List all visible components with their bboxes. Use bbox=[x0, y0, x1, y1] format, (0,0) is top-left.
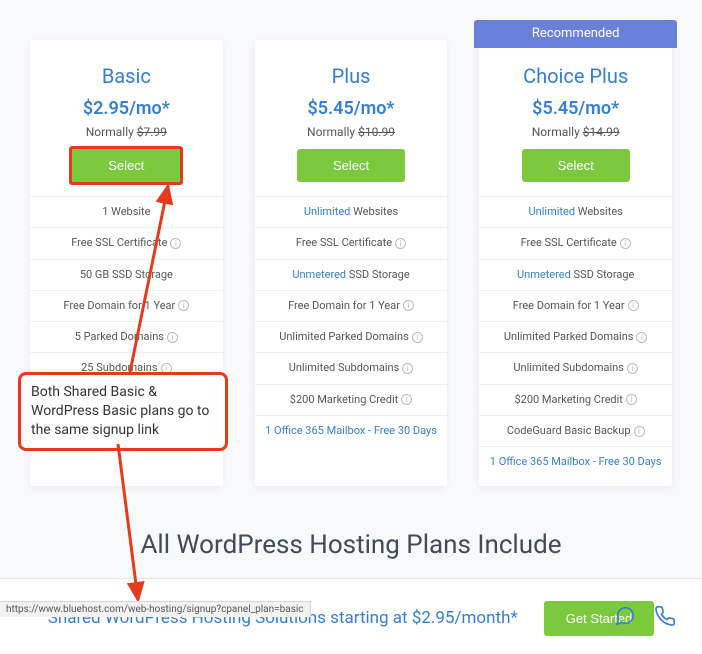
plan-card-plus: Plus $5.45/mo* Normally $10.99 Select Un… bbox=[255, 40, 448, 486]
info-icon[interactable]: i bbox=[634, 426, 645, 437]
feature-item: Unlimited Parked Domainsi bbox=[255, 321, 448, 352]
info-icon[interactable]: i bbox=[170, 238, 181, 249]
plan-title: Basic bbox=[30, 40, 223, 98]
info-icon[interactable]: i bbox=[628, 300, 639, 311]
feature-item: 5 Parked Domainsi bbox=[30, 321, 223, 352]
plan-title: Choice Plus bbox=[479, 40, 672, 98]
plan-normally: Normally $14.99 bbox=[479, 125, 672, 149]
feature-item: 1 Office 365 Mailbox - Free 30 Days bbox=[479, 446, 672, 477]
info-icon[interactable]: i bbox=[403, 300, 414, 311]
feature-item: Unlimited Subdomainsi bbox=[255, 352, 448, 383]
feature-item: Unlimited Parked Domainsi bbox=[479, 321, 672, 352]
feature-item: Free Domain for 1 Yeari bbox=[479, 290, 672, 321]
info-icon[interactable]: i bbox=[620, 238, 631, 249]
feature-item: Unlimited Websites bbox=[479, 196, 672, 227]
section-heading: All WordPress Hosting Plans Include bbox=[0, 506, 702, 578]
plan-price: $5.45/mo* bbox=[479, 98, 672, 125]
select-button-plus[interactable]: Select bbox=[297, 149, 405, 182]
plan-normally: Normally $7.99 bbox=[30, 125, 223, 149]
phone-icon[interactable] bbox=[654, 605, 676, 627]
feature-item: Unlimited Subdomainsi bbox=[479, 352, 672, 383]
plan-title: Plus bbox=[255, 40, 448, 98]
chat-icon[interactable] bbox=[614, 605, 636, 627]
plan-normally: Normally $10.99 bbox=[255, 125, 448, 149]
footer-icons bbox=[614, 605, 676, 627]
plan-price: $2.95/mo* bbox=[30, 98, 223, 125]
feature-item: 1 Website bbox=[30, 196, 223, 227]
select-button-basic[interactable]: Select bbox=[72, 149, 180, 182]
info-icon[interactable]: i bbox=[412, 332, 423, 343]
feature-item: Free SSL Certificatei bbox=[30, 227, 223, 258]
feature-list-plus: Unlimited WebsitesFree SSL CertificateiU… bbox=[255, 196, 448, 446]
feature-item: Free Domain for 1 Yeari bbox=[255, 290, 448, 321]
info-icon[interactable]: i bbox=[167, 332, 178, 343]
info-icon[interactable]: i bbox=[627, 363, 638, 374]
status-bar-url: https://www.bluehost.com/web-hosting/sig… bbox=[0, 601, 311, 617]
info-icon[interactable]: i bbox=[402, 363, 413, 374]
plan-price: $5.45/mo* bbox=[255, 98, 448, 125]
feature-item: 50 GB SSD Storage bbox=[30, 259, 223, 290]
info-icon[interactable]: i bbox=[636, 332, 647, 343]
feature-item: Unmetered SSD Storage bbox=[479, 259, 672, 290]
feature-item: Free SSL Certificatei bbox=[255, 227, 448, 258]
info-icon[interactable]: i bbox=[178, 300, 189, 311]
feature-item: CodeGuard Basic Backupi bbox=[479, 415, 672, 446]
feature-item: Unlimited Websites bbox=[255, 196, 448, 227]
feature-list-choice-plus: Unlimited WebsitesFree SSL CertificateiU… bbox=[479, 196, 672, 478]
feature-item: $200 Marketing Crediti bbox=[255, 384, 448, 415]
info-icon[interactable]: i bbox=[626, 394, 637, 405]
info-icon[interactable]: i bbox=[395, 238, 406, 249]
plan-card-choice-plus: Recommended Choice Plus $5.45/mo* Normal… bbox=[479, 40, 672, 486]
feature-item: 1 Office 365 Mailbox - Free 30 Days bbox=[255, 415, 448, 446]
feature-item: $200 Marketing Crediti bbox=[479, 384, 672, 415]
feature-item: Free SSL Certificatei bbox=[479, 227, 672, 258]
feature-item: Unmetered SSD Storage bbox=[255, 259, 448, 290]
select-button-choice-plus[interactable]: Select bbox=[522, 149, 630, 182]
info-icon[interactable]: i bbox=[401, 394, 412, 405]
annotation-callout: Both Shared Basic & WordPress Basic plan… bbox=[18, 372, 228, 451]
recommended-banner: Recommended bbox=[474, 20, 677, 48]
feature-item: Free Domain for 1 Yeari bbox=[30, 290, 223, 321]
